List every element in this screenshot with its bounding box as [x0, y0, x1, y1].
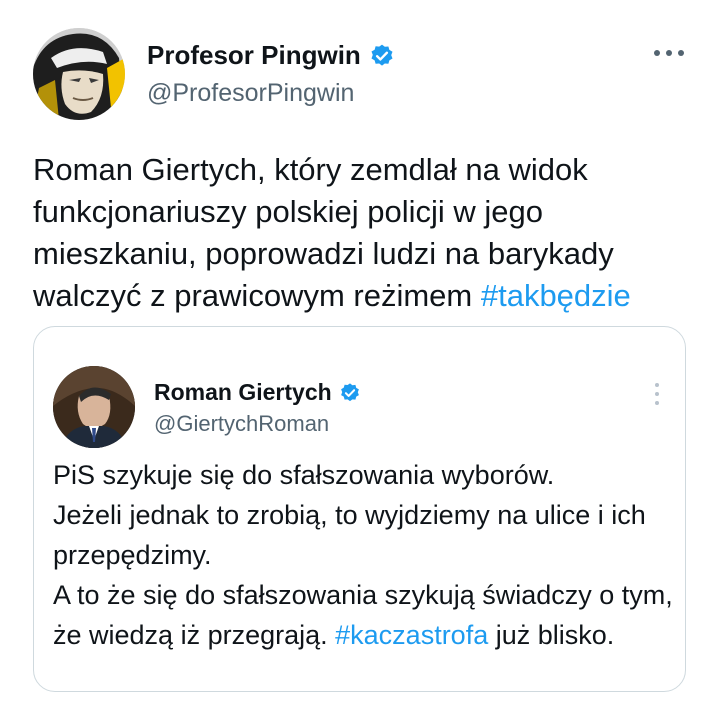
- quoted-author-display-name[interactable]: Roman Giertych: [154, 379, 361, 406]
- author-avatar[interactable]: [33, 28, 125, 120]
- verified-badge-icon: [340, 382, 359, 401]
- tweet-text: Roman Giertych, który zemdlał na widok f…: [33, 149, 693, 317]
- hashtag-link[interactable]: #takbędzie: [481, 278, 631, 313]
- author-display-name[interactable]: Profesor Pingwin: [147, 40, 395, 71]
- author-handle[interactable]: @ProfesorPingwin: [147, 79, 354, 108]
- quoted-author-avatar[interactable]: [53, 366, 135, 448]
- more-options-icon[interactable]: [652, 46, 686, 60]
- author-name-text: Profesor Pingwin: [147, 40, 361, 70]
- quoted-tweet-text: PiS szykuje się do sfałszowania wyborów.…: [53, 455, 673, 655]
- quoted-hashtag-link[interactable]: #kaczastrofa: [335, 620, 488, 650]
- vertical-more-options-icon[interactable]: [652, 379, 662, 409]
- quoted-author-avatar-image: [53, 366, 135, 448]
- author-avatar-image: [33, 28, 125, 120]
- quoted-author-handle[interactable]: @GiertychRoman: [154, 411, 329, 437]
- quoted-tweet-body-end: już blisko.: [488, 620, 615, 650]
- quoted-tweet-card[interactable]: Roman Giertych @GiertychRoman PiS szykuj…: [33, 326, 686, 692]
- verified-badge-icon: [371, 44, 393, 66]
- quoted-author-name-text: Roman Giertych: [154, 379, 332, 405]
